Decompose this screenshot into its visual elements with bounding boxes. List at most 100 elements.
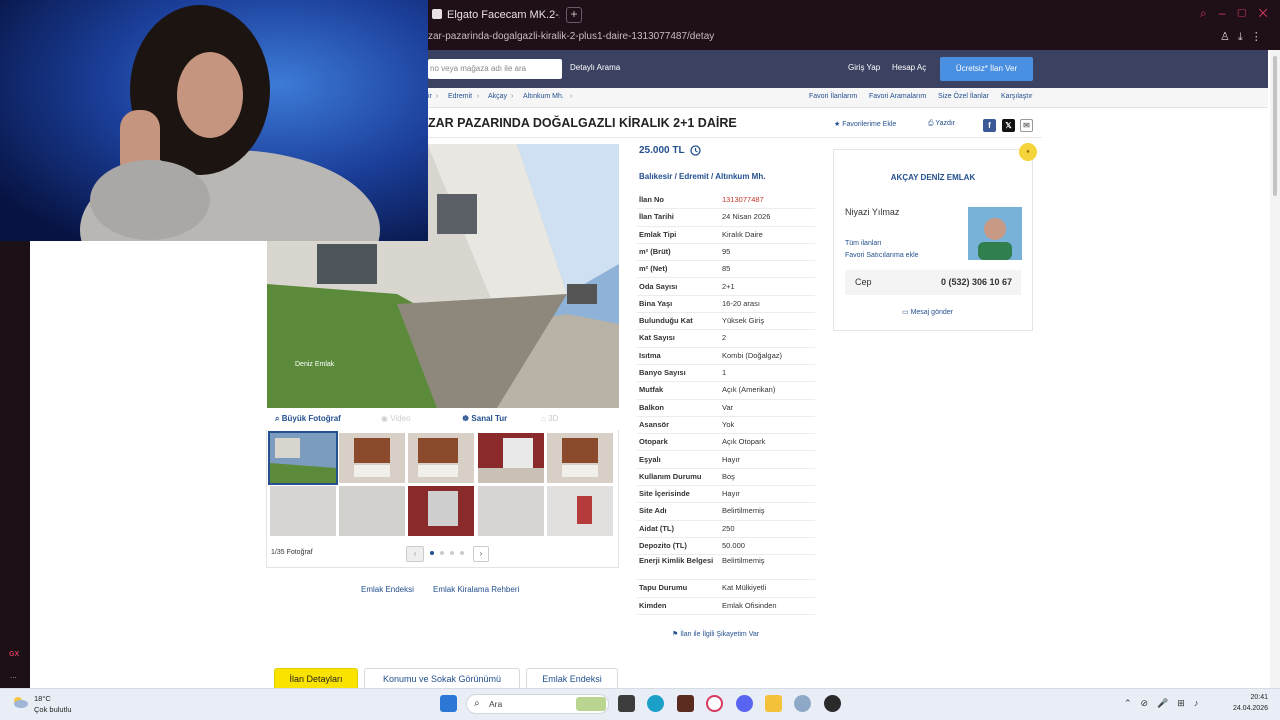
prev-page-button[interactable]: ‹ — [406, 546, 424, 562]
clock-date[interactable]: 24.04.2026 — [1222, 705, 1268, 715]
rental-guide-link[interactable]: Emlak Kiralama Rehberi — [433, 585, 533, 595]
special-listings-link[interactable]: Size Özel İlanlar — [938, 93, 989, 103]
add-favorite-button[interactable]: ★ Favorilerime Ekle — [834, 120, 914, 130]
email-icon[interactable]: ✉ — [1020, 119, 1033, 132]
obs-icon[interactable] — [824, 695, 841, 712]
clock-time[interactable]: 20:41 — [1228, 694, 1268, 704]
windows-start-icon[interactable] — [440, 695, 457, 712]
game-app-icon[interactable] — [677, 695, 694, 712]
thumbnail[interactable] — [270, 486, 336, 536]
detail-key: Eşyalı — [639, 454, 661, 464]
detail-key: Site Adı — [639, 506, 667, 516]
detail-key: Oda Sayısı — [639, 281, 678, 291]
detail-value: 16-20 arası — [722, 298, 760, 308]
browser-tab[interactable]: Elgato Facecam MK.2-108 — [432, 5, 560, 25]
video-tab[interactable]: ◉ Video — [381, 414, 411, 424]
emlak-endeksi-link[interactable]: Emlak Endeksi — [361, 585, 421, 595]
all-ads-link[interactable]: Tüm ilanları — [845, 240, 925, 250]
virtual-tour-tab[interactable]: ☸ Sanal Tur — [462, 414, 507, 424]
pager-dot[interactable] — [440, 551, 444, 555]
breadcrumb-item[interactable]: Edremit — [448, 93, 472, 103]
location-district[interactable]: Edremit — [679, 172, 709, 181]
next-page-button[interactable]: › — [473, 546, 489, 562]
print-button[interactable]: ⎙ Yazdır — [928, 120, 968, 130]
tab-location-street-view[interactable]: Konumu ve Sokak Görünümü — [364, 668, 520, 688]
settings-gear-icon[interactable] — [794, 695, 811, 712]
thumbnail[interactable] — [268, 431, 338, 485]
pager-dot[interactable] — [430, 551, 434, 555]
weather-temp[interactable]: 18°C — [34, 694, 64, 704]
detail-key: Banyo Sayısı — [639, 368, 686, 377]
3d-label: 3D — [548, 414, 559, 423]
detail-row: Enerji Kimlik Belgesi Belirtilmemiş — [637, 554, 815, 581]
detail-key: m² (Net) — [639, 264, 668, 274]
report-listing-link[interactable]: ⚑ İlan ile İlgili Şikayetim Var — [672, 630, 792, 640]
detail-value: 2 — [722, 333, 727, 343]
large-photo-tab[interactable]: ⌕ Büyük Fotoğraf — [275, 414, 341, 424]
thumbnail[interactable] — [478, 433, 544, 483]
tab-emlak-endeksi[interactable]: Emlak Endeksi — [526, 668, 618, 688]
tab-listing-details[interactable]: İlan Detayları — [274, 668, 358, 688]
thumbnail[interactable] — [339, 433, 405, 483]
toolbar-icons[interactable]: ♙⤓⋮ — [1220, 30, 1280, 46]
send-message-button[interactable]: ▭ Mesaj gönder — [902, 308, 982, 318]
discord-icon[interactable] — [736, 695, 753, 712]
agency-name[interactable]: AKÇAY DENİZ EMLAK — [834, 173, 1032, 185]
opera-gx-icon[interactable] — [706, 695, 723, 712]
sidebar-more-icon[interactable]: ... — [10, 671, 26, 681]
detail-row: İlan No 1313077487 — [637, 191, 815, 210]
register-link[interactable]: Hesap Aç — [892, 63, 932, 75]
detail-key: Asansör — [639, 419, 670, 429]
favorite-seller-link[interactable]: Favori Satıcılarıma ekle — [845, 252, 955, 262]
virtual-tour-label: Sanal Tur — [471, 414, 508, 423]
detail-key: Bina Yaşı — [639, 298, 673, 308]
compare-link[interactable]: Karşılaştır — [1001, 93, 1033, 103]
thumbnail[interactable] — [408, 433, 474, 483]
large-photo-label: Büyük Fotoğraf — [281, 414, 341, 423]
pager-dot[interactable] — [460, 551, 464, 555]
breadcrumb-item[interactable]: Akçay — [488, 93, 507, 103]
send-message-label: Mesaj gönder — [910, 309, 953, 316]
thumbnail[interactable] — [547, 486, 613, 536]
x-icon[interactable]: 𝕏 — [1002, 119, 1015, 132]
file-explorer-icon[interactable] — [765, 695, 782, 712]
thumbnail[interactable] — [547, 433, 613, 483]
breadcrumb-item[interactable]: ir — [428, 93, 432, 103]
detail-value: Açık Otopark — [722, 437, 766, 447]
favorite-listings-link[interactable]: Favori İlanlarım — [809, 93, 857, 103]
detail-key: Aidat (TL) — [639, 523, 674, 533]
thumbnail[interactable] — [339, 486, 405, 536]
weather-desc[interactable]: Çok bulutlu — [34, 705, 94, 715]
pager-dot[interactable] — [450, 551, 454, 555]
price-history-icon[interactable] — [689, 144, 702, 157]
system-tray-icons[interactable]: ⌃⊘🎤⊞♪ — [1124, 698, 1224, 710]
new-tab-button[interactable]: + — [566, 7, 582, 23]
search-icon[interactable] — [541, 62, 555, 76]
task-view-icon[interactable] — [618, 695, 635, 712]
3d-tab[interactable]: ⌂ 3D — [541, 414, 558, 424]
detail-row: İlan Tarihi 24 Nisan 2026 — [637, 208, 815, 227]
detail-value: Boş — [722, 471, 735, 481]
login-link[interactable]: Giriş Yap — [848, 63, 882, 75]
address-bar[interactable]: zar-pazarinda-dogalgazli-kiralik-2-plus1… — [428, 28, 1028, 46]
detail-row: Bina Yaşı 16-20 arası — [637, 295, 815, 314]
breadcrumb-item[interactable]: Altınkum Mh. — [523, 93, 564, 103]
location-neighborhood[interactable]: Altınkum Mh. — [715, 172, 765, 181]
gx-label[interactable]: GX — [9, 651, 29, 663]
favorite-searches-link[interactable]: Favori Aramalarım — [869, 93, 926, 103]
cloud-icon[interactable] — [11, 693, 29, 711]
thumbnail[interactable] — [478, 486, 544, 536]
edge-icon[interactable] — [647, 695, 664, 712]
scrollbar-thumb[interactable] — [1273, 56, 1277, 196]
facebook-icon[interactable]: f — [983, 119, 996, 132]
detail-row: Tapu Durumu Kat Mülkiyetli — [637, 579, 815, 598]
thumbnail[interactable] — [408, 486, 474, 536]
window-controls[interactable]: ⌕–▢✕ — [1200, 6, 1280, 24]
location-city[interactable]: Balıkesir — [639, 172, 672, 181]
detail-row: Aidat (TL) 250 — [637, 520, 815, 538]
detail-value: Kat Mülkiyetli — [722, 583, 767, 593]
phone-number[interactable]: 0 (532) 306 10 67 — [905, 277, 1012, 289]
post-free-ad-button[interactable]: Ücretsiz* İlan Ver — [940, 57, 1033, 81]
agent-name: Niyazi Yılmaz — [845, 207, 900, 217]
detailed-search-link[interactable]: Detaylı Arama — [570, 63, 650, 75]
